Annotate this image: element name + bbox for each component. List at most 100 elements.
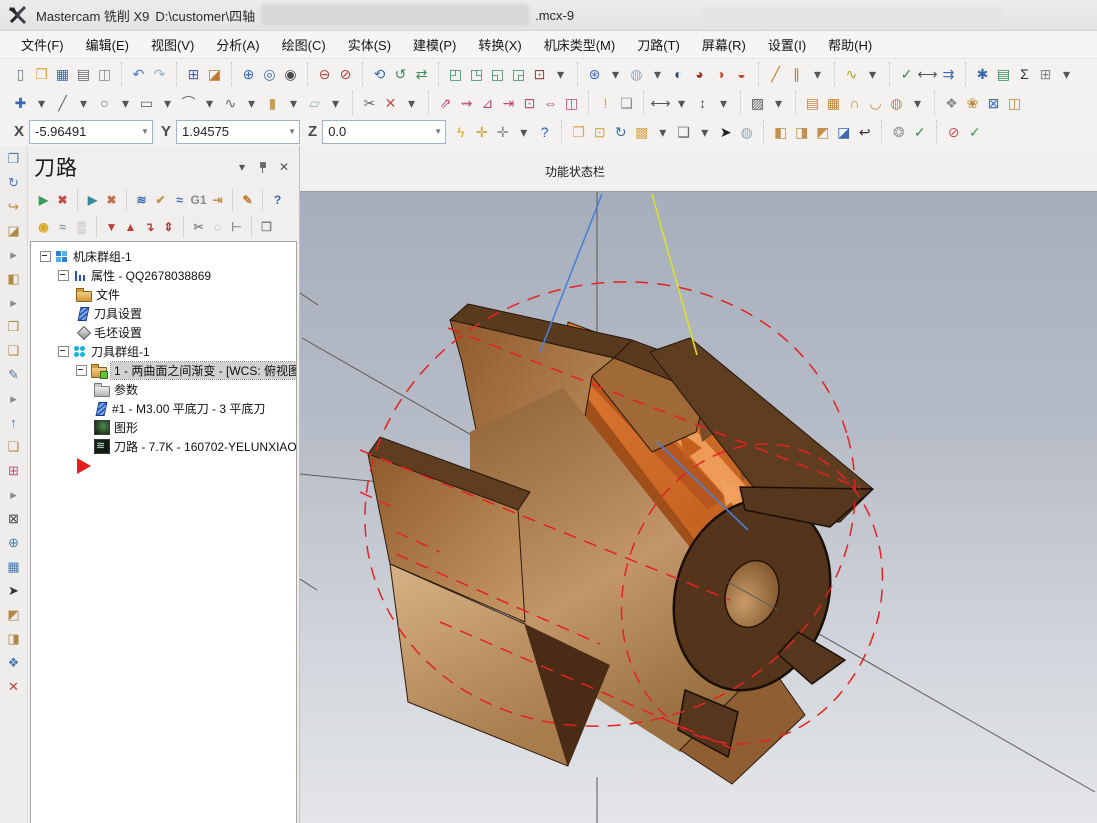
autocursor-icon[interactable]: ✛ — [471, 121, 492, 142]
open-file-icon[interactable]: ❒ — [31, 63, 52, 84]
dim-v-dropdown-icon[interactable]: ▾ — [713, 92, 734, 113]
window-dropdown-icon[interactable]: ▾ — [694, 121, 715, 142]
section-cube-icon[interactable]: ◨ — [4, 629, 23, 648]
analyze-entity-icon[interactable]: ✓ — [896, 63, 917, 84]
toggle-toolpath-display-icon[interactable]: ≈ — [53, 217, 72, 236]
redo-icon[interactable]: ↷ — [149, 63, 170, 84]
zoom-selected-icon[interactable]: ◉ — [280, 63, 301, 84]
move-to-insert-icon[interactable]: ↴ — [140, 217, 159, 236]
surface-revolve-icon[interactable]: ∩ — [844, 92, 865, 113]
dim-vertical-icon[interactable]: ↕ — [692, 92, 713, 113]
analyze-distance-icon[interactable]: ⟷ — [917, 63, 938, 84]
collapse-box-icon[interactable] — [76, 365, 87, 376]
collapse-box-icon[interactable] — [58, 270, 69, 281]
solid-cube-icon[interactable]: ⊠ — [983, 92, 1004, 113]
view-combo-icon[interactable]: ⊡ — [529, 63, 550, 84]
move-up-icon[interactable]: ▲ — [121, 217, 140, 236]
config-form-icon[interactable]: ▤ — [993, 63, 1014, 84]
pan-icon[interactable]: ⇄ — [411, 63, 432, 84]
menu-analyze[interactable]: 分析(A) — [205, 31, 270, 58]
expand-arrow-icon[interactable]: ▸ — [4, 389, 23, 408]
library-icon[interactable]: ❖ — [4, 653, 23, 672]
line-dropdown-icon[interactable]: ▾ — [73, 92, 94, 113]
check-circle-icon[interactable]: ✓ — [964, 121, 985, 142]
dynamic-rotate-icon[interactable]: ⟲ — [369, 63, 390, 84]
validate-cursor-icon[interactable]: ✓ — [909, 121, 930, 142]
undo-icon[interactable]: ↶ — [128, 63, 149, 84]
create-circle-icon[interactable]: ○ — [94, 92, 115, 113]
xform-dynamic-icon[interactable]: ⊿ — [477, 92, 498, 113]
select-solid-back-icon[interactable]: ◩ — [812, 121, 833, 142]
edit-toolpath-icon[interactable]: ✎ — [238, 190, 257, 209]
dim-h-dropdown-icon[interactable]: ▾ — [671, 92, 692, 113]
simulate-icon[interactable]: ≈ — [170, 190, 189, 209]
point-dropdown-icon[interactable]: ▾ — [31, 92, 52, 113]
gnomon-light-icon[interactable]: ! — [595, 92, 616, 113]
hatch-icon[interactable]: ▨ — [747, 92, 768, 113]
create-rect-icon[interactable]: ▭ — [136, 92, 157, 113]
menu-screen[interactable]: 屏幕(R) — [691, 31, 757, 58]
axis-dropdown-icon[interactable]: ▾ — [513, 121, 534, 142]
ghost-operations-icon[interactable]: ▒ — [72, 217, 91, 236]
print-icon[interactable]: ▤ — [73, 63, 94, 84]
panel-pin-icon[interactable] — [258, 161, 268, 174]
menu-settings[interactable]: 设置(I) — [757, 31, 817, 58]
shaded-cube-icon[interactable]: ◩ — [4, 605, 23, 624]
color-dropdown-icon[interactable]: ▾ — [652, 121, 673, 142]
break-icon[interactable]: ✕ — [380, 92, 401, 113]
break-dropdown-icon[interactable]: ▾ — [401, 92, 422, 113]
menu-help[interactable]: 帮助(H) — [817, 31, 883, 58]
dim-horizontal-icon[interactable]: ⟷ — [650, 92, 671, 113]
z-coord-dropdown-icon[interactable]: ▼ — [431, 127, 445, 136]
xform-translate-icon[interactable]: ⇗ — [435, 92, 456, 113]
select-previous-icon[interactable]: ↩ — [854, 121, 875, 142]
surface-net-icon[interactable]: ▤ — [802, 92, 823, 113]
fastpoint-icon[interactable]: ϟ — [450, 121, 471, 142]
tree-item-stock-setup[interactable]: 毛坯设置 — [31, 323, 296, 342]
note-icon[interactable]: ❏ — [616, 92, 637, 113]
solid-boolean-icon[interactable]: ❖ — [941, 92, 962, 113]
viewsheet-grid-icon[interactable]: ▦ — [4, 557, 23, 576]
grid-settings-icon[interactable]: ⊞ — [4, 461, 23, 480]
only-display-icon[interactable]: ◌ — [208, 217, 227, 236]
no-entry-icon[interactable]: ⊘ — [943, 121, 964, 142]
shade-edges-icon[interactable]: ◐ — [668, 63, 689, 84]
circle-dropdown-icon[interactable]: ▾ — [115, 92, 136, 113]
solids-manager-icon[interactable]: ◪ — [4, 221, 23, 240]
toolpath-help-icon[interactable]: ? — [268, 190, 287, 209]
expand-arrow-icon[interactable]: ▸ — [4, 293, 23, 312]
line-style-icon[interactable]: ╱ — [765, 63, 786, 84]
select-cursor-icon[interactable]: ➤ — [715, 121, 736, 142]
trim-icon[interactable]: ✂ — [359, 92, 380, 113]
create-fillet-icon[interactable]: ⌒ — [178, 92, 199, 113]
collapse-box-icon[interactable] — [58, 346, 69, 357]
solid-fillet-icon[interactable]: ❀ — [962, 92, 983, 113]
surface-swept-icon[interactable]: ◡ — [865, 92, 886, 113]
unselect-all-operations-icon[interactable]: ✖ — [53, 190, 72, 209]
move-down-icon[interactable]: ▼ — [102, 217, 121, 236]
xform-mirror-icon[interactable]: ◫ — [561, 92, 582, 113]
surface-flat-icon[interactable]: ▦ — [823, 92, 844, 113]
menu-create[interactable]: 绘图(C) — [271, 31, 337, 58]
shaded-icon[interactable]: ◍ — [626, 63, 647, 84]
tree-item-parameters[interactable]: 参数 — [31, 380, 296, 399]
tree-insert-position[interactable] — [31, 456, 296, 475]
menu-file[interactable]: 文件(F) — [10, 31, 75, 58]
tree-item-tool-settings[interactable]: 刀具设置 — [31, 304, 296, 323]
x-coord-dropdown-icon[interactable]: ▼ — [138, 127, 152, 136]
levels-manager-icon[interactable]: ❒ — [4, 317, 23, 336]
gear-pair-icon[interactable]: ❂ — [888, 121, 909, 142]
xform-scale-icon[interactable]: ⊡ — [519, 92, 540, 113]
select-solid-face-icon[interactable]: ◧ — [770, 121, 791, 142]
line-dropdown-icon[interactable]: ▾ — [807, 63, 828, 84]
create-cylinder-icon[interactable]: ▮ — [262, 92, 283, 113]
x-coord-input[interactable] — [30, 124, 138, 139]
menu-toolpaths[interactable]: 刀路(T) — [626, 31, 691, 58]
wireframe-dropdown-icon[interactable]: ▾ — [605, 63, 626, 84]
panel-close-icon[interactable]: ✕ — [277, 160, 291, 174]
raise-view-icon[interactable]: ↑ — [4, 413, 23, 432]
scroll-insert-icon[interactable]: ⇕ — [159, 217, 178, 236]
wireframe-icon[interactable]: ⊛ — [584, 63, 605, 84]
dock-panel-icon[interactable]: ❐ — [4, 149, 23, 168]
surface-rotate-icon[interactable]: ◍ — [886, 92, 907, 113]
